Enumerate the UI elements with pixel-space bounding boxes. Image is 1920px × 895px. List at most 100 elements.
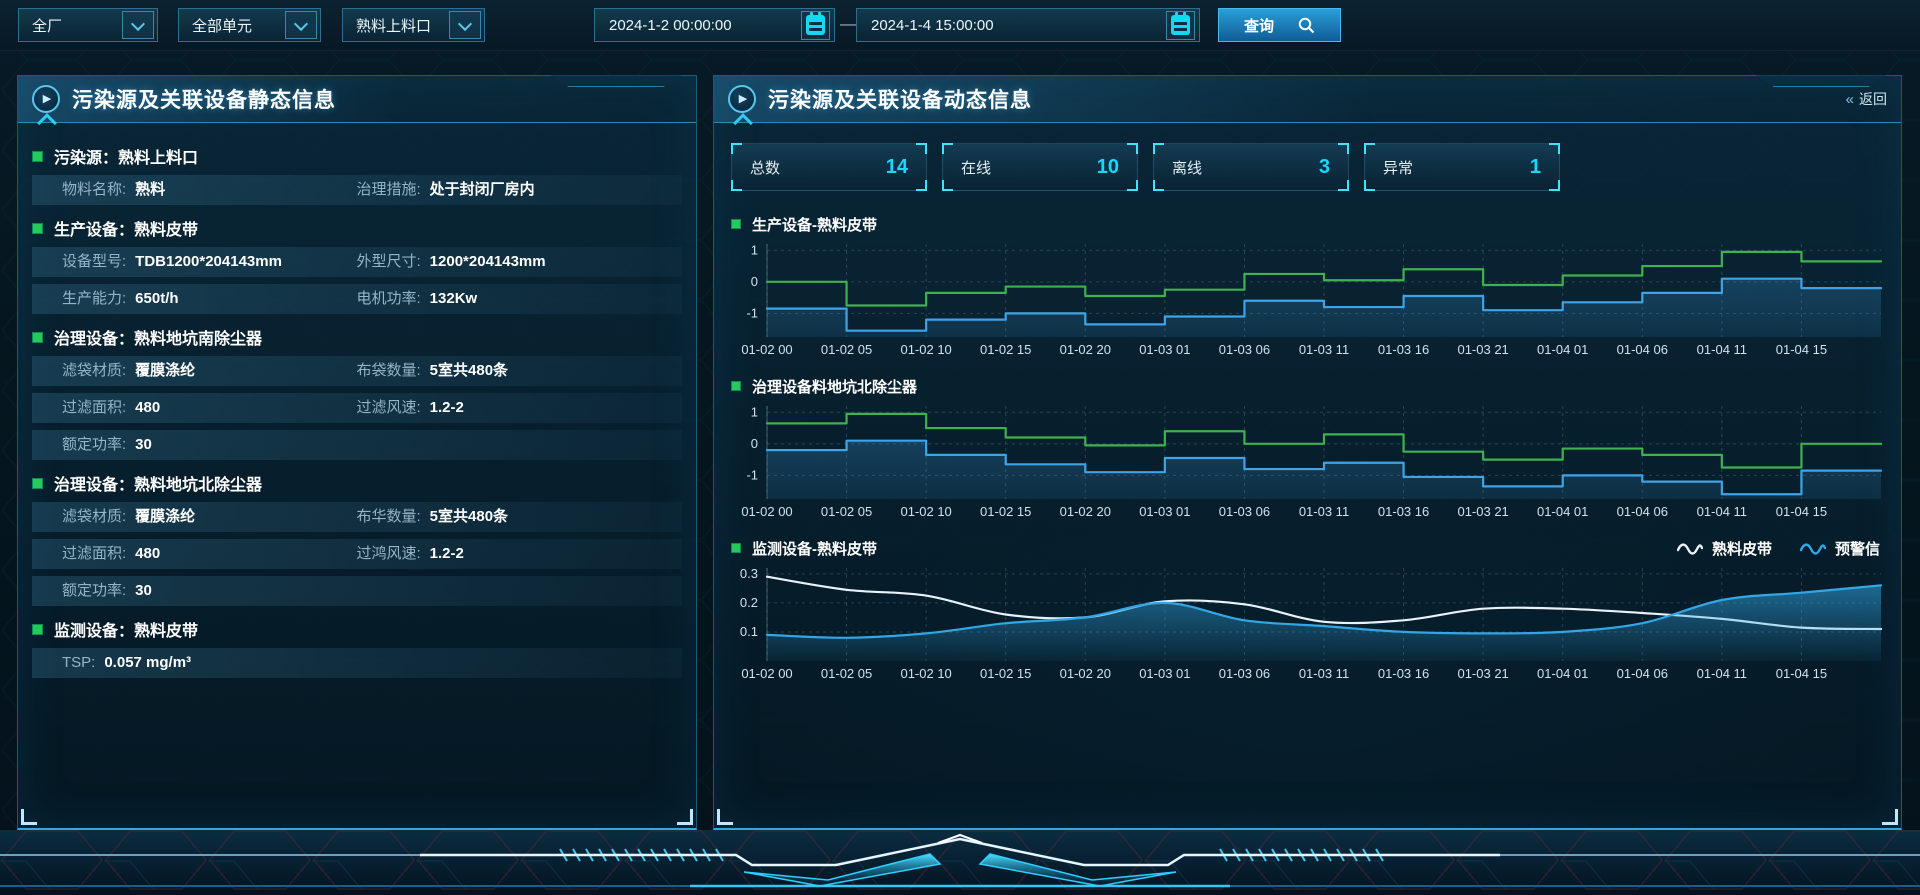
- section-heading: 污染源：熟料上料口: [32, 144, 682, 168]
- stat-value: 1: [1530, 156, 1541, 179]
- calendar-button[interactable]: [801, 11, 830, 40]
- stat-label: 离线: [1172, 157, 1202, 178]
- green-square-icon: [32, 151, 43, 162]
- x-tick-label: 01-02 15: [980, 504, 1031, 519]
- field-label: 过鸿风速:: [357, 539, 421, 569]
- corner-accent: [717, 809, 733, 825]
- x-tick-label: 01-02 20: [1060, 666, 1111, 681]
- y-tick-label: 0: [751, 274, 758, 289]
- unit-select-value: 全部单元: [192, 15, 252, 36]
- back-arrows-icon: «: [1846, 91, 1852, 108]
- field-value: 30: [135, 430, 152, 460]
- field-value: TDB1200*204143mm: [135, 247, 282, 277]
- search-icon: [1298, 17, 1315, 34]
- legend-label: 熟料皮带: [1712, 538, 1772, 559]
- info-row: 额定功率:30: [32, 576, 682, 606]
- static-info-list: 污染源：熟料上料口物料名称:熟料治理措施:处于封闭厂房内生产设备：熟料皮带设备型…: [18, 123, 696, 678]
- line-legend-icon: [1800, 541, 1826, 555]
- x-tick-label: 01-03 16: [1378, 504, 1429, 519]
- end-datetime-input[interactable]: 2024-1-4 15:00:00: [856, 8, 1200, 42]
- x-tick-label: 01-04 11: [1697, 504, 1747, 519]
- field-value: 1.2-2: [430, 393, 464, 423]
- green-square-icon: [731, 381, 741, 391]
- unit-select[interactable]: 全部单元: [178, 8, 321, 42]
- info-row: 过滤面积: 480 过鸿风速: 1.2-2: [32, 539, 682, 569]
- stat-label: 总数: [750, 157, 780, 178]
- field-value: 1200*204143mm: [430, 247, 546, 277]
- stat-value: 3: [1319, 156, 1330, 179]
- field-label: 额定功率:: [62, 576, 126, 606]
- field-label: 过滤面积:: [62, 539, 126, 569]
- play-circle-icon: ▶: [728, 85, 756, 113]
- device-stats-row: 总数14在线10离线3异常1: [731, 143, 1884, 191]
- chevron-down-icon[interactable]: [449, 11, 481, 39]
- stat-label: 异常: [1383, 157, 1413, 178]
- calendar-icon: [806, 15, 825, 35]
- x-tick-label: 01-02 00: [741, 504, 792, 519]
- info-cell: 滤袋材质:覆膜涤纶: [62, 502, 357, 532]
- chart-plot: 10-101-02 0001-02 0501-02 1001-02 1501-0…: [731, 401, 1888, 521]
- back-button-label: 返回: [1859, 89, 1887, 109]
- chevron-down-icon[interactable]: [285, 11, 317, 39]
- x-tick-label: 01-04 06: [1617, 666, 1668, 681]
- section-heading-text: 污染源：熟料上料口: [54, 144, 198, 168]
- section-heading-text: 监测设备：熟料皮带: [54, 617, 198, 641]
- start-datetime-value: 2024-1-2 00:00:00: [609, 17, 732, 34]
- info-row: 滤袋材质:覆膜涤纶布袋数量:5室共480条: [32, 356, 682, 386]
- section-heading-text: 治理设备：熟料地坑南除尘器: [54, 325, 262, 349]
- corner-accent: [677, 809, 693, 825]
- info-row: 过滤面积:480过滤风速:1.2-2: [32, 393, 682, 423]
- x-tick-label: 01-02 05: [821, 504, 872, 519]
- plant-select[interactable]: 全厂: [18, 8, 158, 42]
- y-tick-label: 0.3: [740, 566, 758, 581]
- x-tick-label: 01-03 11: [1299, 342, 1349, 357]
- x-tick-label: 01-02 20: [1060, 342, 1111, 357]
- stat-box: 在线10: [942, 143, 1138, 191]
- x-tick-label: 01-03 01: [1139, 666, 1190, 681]
- y-tick-label: -1: [746, 305, 758, 320]
- query-button-label: 查询: [1244, 15, 1274, 36]
- section-heading: 治理设备：熟料地坑北除尘器: [32, 471, 682, 495]
- field-label: TSP:: [62, 648, 95, 678]
- section-heading-text: 生产设备：熟料皮带: [54, 216, 198, 240]
- x-tick-label: 01-03 11: [1299, 504, 1349, 519]
- y-tick-label: 0.2: [740, 595, 758, 610]
- end-datetime-value: 2024-1-4 15:00:00: [871, 17, 994, 34]
- x-tick-label: 01-04 15: [1776, 666, 1827, 681]
- stat-box: 离线 3: [1153, 143, 1349, 191]
- field-value: 1.2-2: [430, 539, 464, 569]
- x-tick-label: 01-03 01: [1139, 342, 1190, 357]
- chart-block: 治理设备料地坑北除尘器10-101-02 0001-02 0501-02 100…: [731, 373, 1884, 521]
- field-value: 132Kw: [430, 284, 478, 314]
- calendar-button[interactable]: [1166, 11, 1195, 40]
- chevron-down-icon[interactable]: [122, 11, 154, 39]
- section-heading: 治理设备：熟料地坑南除尘器: [32, 325, 682, 349]
- corner-accent: [1882, 809, 1898, 825]
- field-label: 布袋数量:: [357, 356, 421, 386]
- x-tick-label: 01-03 16: [1378, 666, 1429, 681]
- y-tick-label: 0.1: [740, 624, 758, 639]
- stat-value: 10: [1097, 156, 1119, 179]
- back-button[interactable]: « 返回: [1846, 89, 1887, 109]
- line-legend-icon: [1677, 541, 1703, 555]
- legend-item[interactable]: 熟料皮带: [1677, 538, 1772, 559]
- start-datetime-input[interactable]: 2024-1-2 00:00:00: [594, 8, 835, 42]
- x-tick-label: 01-04 06: [1617, 504, 1668, 519]
- footer-decoration: [0, 830, 1920, 890]
- x-tick-label: 01-03 11: [1299, 666, 1349, 681]
- calendar-icon: [1171, 15, 1190, 35]
- info-cell: 布袋数量:5室共480条: [357, 356, 652, 386]
- dynamic-info-panel: ▶ 污染源及关联设备动态信息 « 返回 总数14在线10离线3异常1 生产设备-…: [713, 75, 1902, 830]
- header-notch-decoration: [1755, 75, 1887, 87]
- query-button[interactable]: 查询: [1218, 8, 1341, 42]
- legend-item[interactable]: 预警信: [1800, 538, 1880, 559]
- info-cell: 布华数量:5室共480条: [357, 502, 652, 532]
- chart-title-row: 监测设备-熟料皮带熟料皮带预警信: [731, 535, 1884, 561]
- x-tick-label: 01-02 10: [900, 666, 951, 681]
- source-select[interactable]: 熟料上料口: [342, 8, 485, 42]
- static-panel-header: ▶ 污染源及关联设备静态信息: [18, 76, 696, 123]
- x-tick-label: 01-04 11: [1697, 342, 1747, 357]
- chart-title: 治理设备料地坑北除尘器: [752, 376, 917, 397]
- static-info-panel: ▶ 污染源及关联设备静态信息 污染源：熟料上料口物料名称:熟料治理措施:处于封闭…: [17, 75, 697, 830]
- field-value: 480: [135, 539, 160, 569]
